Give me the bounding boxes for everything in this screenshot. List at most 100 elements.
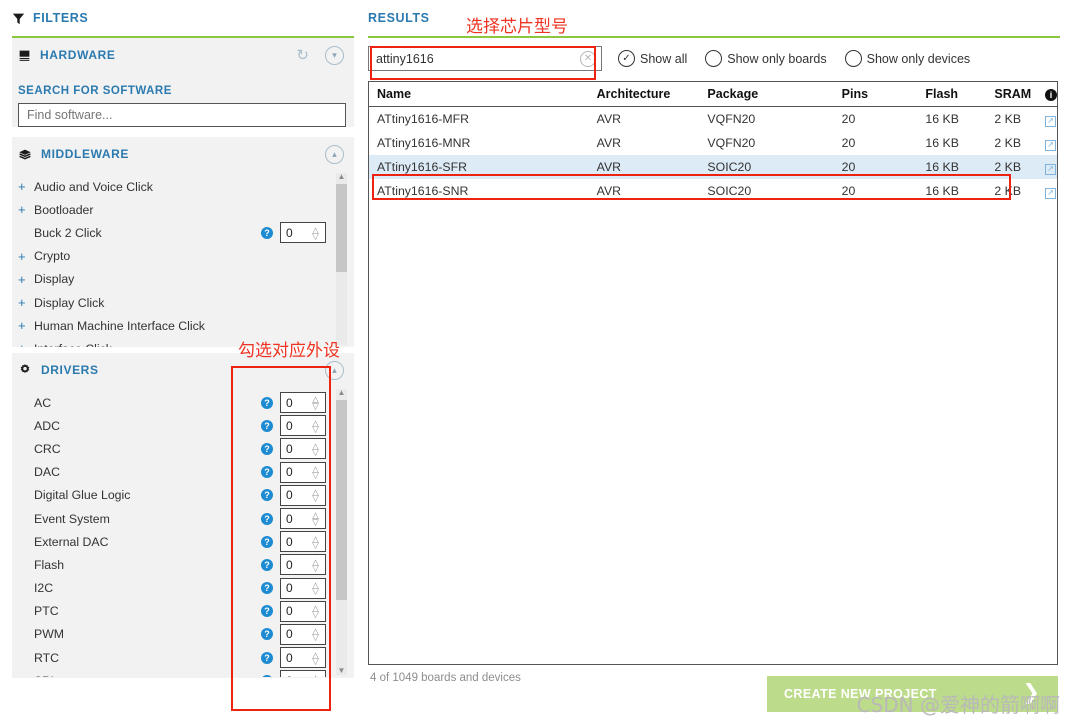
stepper-arrows[interactable]: △▽ xyxy=(309,604,325,619)
expand-icon[interactable]: + xyxy=(18,319,34,332)
quantity-stepper[interactable]: 0△▽ xyxy=(280,222,326,244)
drivers-scroll-thumb[interactable] xyxy=(336,400,347,600)
col-sram[interactable]: SRAM xyxy=(994,82,1045,107)
radio-unchecked-icon[interactable] xyxy=(844,50,862,67)
table-row[interactable]: ATtiny1616-SFR AVR SOIC20 20 16 KB 2 KB ↗ xyxy=(369,155,1057,179)
middleware-item[interactable]: + Audio and Voice Click xyxy=(12,175,354,198)
clear-circle-icon[interactable]: ✕ xyxy=(580,50,596,67)
software-search-box[interactable] xyxy=(18,103,346,127)
expand-icon[interactable]: + xyxy=(18,203,34,216)
quantity-stepper[interactable]: 0△▽ xyxy=(280,531,326,553)
col-flash[interactable]: Flash xyxy=(925,82,995,107)
col-pins[interactable]: Pins xyxy=(841,82,926,107)
refresh-icon[interactable]: ↻ xyxy=(296,48,309,63)
driver-item[interactable]: I2C? 0 △ ▽ xyxy=(12,577,354,600)
help-icon[interactable]: ? xyxy=(261,419,273,432)
quantity-stepper[interactable]: 0△▽ xyxy=(280,623,326,645)
middleware-item[interactable]: + Display Click xyxy=(12,291,354,314)
table-row[interactable]: ATtiny1616-SNR AVR SOIC20 20 16 KB 2 KB ↗ xyxy=(369,179,1057,203)
stepper-arrows[interactable]: △▽ xyxy=(309,488,325,503)
driver-item[interactable]: ADC? 0 △ ▽ xyxy=(12,414,354,437)
quantity-stepper[interactable]: 0△▽ xyxy=(280,670,326,677)
radio-unchecked-icon[interactable] xyxy=(705,50,723,67)
driver-item[interactable]: CRC? 0 △ ▽ xyxy=(12,437,354,460)
expand-icon[interactable]: + xyxy=(18,273,34,286)
col-architecture[interactable]: Architecture xyxy=(596,82,708,107)
help-icon[interactable]: ? xyxy=(261,582,273,595)
help-icon[interactable]: ? xyxy=(261,512,273,525)
radio-option[interactable]: Show only devices xyxy=(844,50,970,67)
quantity-stepper[interactable]: 0△▽ xyxy=(280,600,326,622)
middleware-item[interactable]: + Human Machine Interface Click xyxy=(12,314,354,337)
help-icon[interactable]: ? xyxy=(261,489,273,502)
middleware-item[interactable]: Buck 2 Click? 0 △ ▽ xyxy=(12,221,354,244)
expand-icon[interactable]: + xyxy=(18,180,34,193)
middleware-scrollbar[interactable]: ▲ xyxy=(336,173,347,345)
chevron-down-icon[interactable]: ▾ xyxy=(325,45,344,65)
driver-item[interactable]: PTC? 0 △ ▽ xyxy=(12,600,354,623)
expand-icon[interactable]: + xyxy=(18,342,34,347)
stepper-arrows[interactable]: △▽ xyxy=(309,650,325,665)
stepper-arrows[interactable]: △▽ xyxy=(309,673,325,677)
stepper-arrows[interactable]: △▽ xyxy=(309,395,325,410)
help-icon[interactable]: ? xyxy=(261,605,273,618)
quantity-stepper[interactable]: 0△▽ xyxy=(280,438,326,460)
quantity-stepper[interactable]: 0△▽ xyxy=(280,415,326,437)
radio-checked-icon[interactable]: ✓ xyxy=(618,50,635,67)
quantity-stepper[interactable]: 0△▽ xyxy=(280,461,326,483)
device-search-input[interactable] xyxy=(374,50,580,67)
driver-item[interactable]: Digital Glue Logic? 0 △ ▽ xyxy=(12,484,354,507)
info-icon[interactable]: i xyxy=(1045,89,1057,101)
quantity-stepper[interactable]: 0△▽ xyxy=(280,508,326,530)
stepper-arrows[interactable]: △▽ xyxy=(309,442,325,457)
help-icon[interactable]: ? xyxy=(261,558,273,571)
radio-option[interactable]: ✓ Show all xyxy=(618,50,687,67)
quantity-stepper[interactable]: 0△▽ xyxy=(280,647,326,669)
help-icon[interactable]: ? xyxy=(261,226,273,239)
help-icon[interactable]: ? xyxy=(261,535,273,548)
driver-item[interactable]: Flash? 0 △ ▽ xyxy=(12,553,354,576)
external-link-icon[interactable]: ↗ xyxy=(1045,139,1056,151)
help-icon[interactable]: ? xyxy=(261,674,273,677)
radio-option[interactable]: Show only boards xyxy=(705,50,827,67)
middleware-scroll-thumb[interactable] xyxy=(336,184,347,272)
chevron-up-icon[interactable]: ▴ xyxy=(325,144,344,164)
table-row[interactable]: ATtiny1616-MNR AVR VQFN20 20 16 KB 2 KB ↗ xyxy=(369,131,1057,155)
driver-item[interactable]: Event System? 0 △ ▽ xyxy=(12,507,354,530)
stepper-arrows[interactable]: △▽ xyxy=(309,418,325,433)
col-name[interactable]: Name xyxy=(369,82,597,107)
expand-icon[interactable]: + xyxy=(18,250,34,263)
driver-item[interactable]: SPI? 0△▽ xyxy=(12,669,354,677)
scroll-up-icon[interactable]: ▲ xyxy=(336,389,347,397)
scroll-up-icon[interactable]: ▲ xyxy=(336,173,347,181)
middleware-item[interactable]: + Bootloader xyxy=(12,198,354,221)
help-icon[interactable]: ? xyxy=(261,628,273,641)
driver-item[interactable]: DAC? 0 △ ▽ xyxy=(12,461,354,484)
stepper-arrows[interactable]: △▽ xyxy=(309,557,325,572)
quantity-stepper[interactable]: 0△▽ xyxy=(280,392,326,414)
stepper-arrows[interactable]: △▽ xyxy=(309,534,325,549)
stepper-arrows[interactable]: △▽ xyxy=(309,465,325,480)
stepper-arrows[interactable]: △▽ xyxy=(309,627,325,642)
external-link-icon[interactable]: ↗ xyxy=(1045,163,1056,175)
quantity-stepper[interactable]: 0△▽ xyxy=(280,484,326,506)
stepper-arrows[interactable]: △▽ xyxy=(309,581,325,596)
col-package[interactable]: Package xyxy=(707,82,842,107)
chevron-up-icon[interactable]: ▴ xyxy=(325,360,344,380)
external-link-icon[interactable]: ↗ xyxy=(1045,187,1056,199)
table-row[interactable]: ATtiny1616-MFR AVR VQFN20 20 16 KB 2 KB ↗ xyxy=(369,107,1057,132)
driver-item[interactable]: External DAC? 0 △ ▽ xyxy=(12,530,354,553)
device-search-box[interactable]: ✕ xyxy=(368,46,602,71)
middleware-item[interactable]: + Crypto xyxy=(12,245,354,268)
middleware-header[interactable]: MIDDLEWARE ▴ xyxy=(12,137,354,171)
stepper-arrows[interactable]: △▽ xyxy=(309,511,325,526)
software-search-input[interactable] xyxy=(25,107,339,123)
driver-item[interactable]: AC? 0 △ ▽ xyxy=(12,391,354,414)
middleware-item[interactable]: + Display xyxy=(12,268,354,291)
stepper-arrows[interactable]: △▽ xyxy=(309,226,325,241)
quantity-stepper[interactable]: 0△▽ xyxy=(280,554,326,576)
help-icon[interactable]: ? xyxy=(261,466,273,479)
quantity-stepper[interactable]: 0△▽ xyxy=(280,577,326,599)
scroll-down-icon[interactable]: ▼ xyxy=(336,667,347,675)
help-icon[interactable]: ? xyxy=(261,396,273,409)
